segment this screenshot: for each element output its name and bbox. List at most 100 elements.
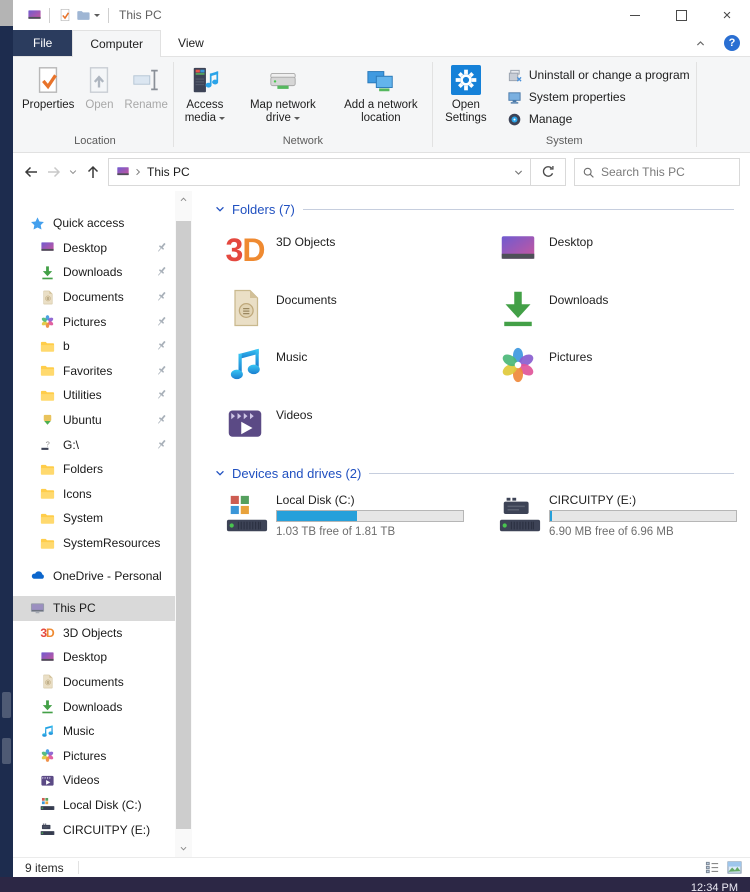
sidebar-item-g[interactable]: ?G:\	[13, 432, 175, 457]
maximize-button[interactable]	[658, 0, 704, 30]
sidebar-item-music[interactable]: Music	[13, 719, 175, 744]
folder-tile-documents[interactable]: Documents	[224, 287, 497, 345]
separator	[78, 861, 79, 874]
minimize-button[interactable]	[612, 0, 658, 30]
drives-group-header[interactable]: Devices and drives (2)	[214, 463, 734, 483]
sidebar-item-circuitpy-e[interactable]: CIRCUITPY (E:)	[13, 817, 175, 842]
sidebar-item-favorites[interactable]: Favorites	[13, 359, 175, 384]
folder-tile-music[interactable]: Music	[224, 344, 497, 402]
sidebar-scrollbar[interactable]	[175, 191, 192, 857]
qat-properties-icon[interactable]	[56, 6, 74, 24]
forward-button[interactable]	[42, 160, 65, 184]
drive-tile-local-disk-c[interactable]: Local Disk (C:)1.03 TB free of 1.81 TB	[224, 493, 497, 549]
disk-usage-bar	[276, 510, 464, 522]
access-media-button[interactable]: Access media	[174, 61, 236, 127]
up-button[interactable]	[81, 160, 104, 184]
open-settings-button[interactable]: Open Settings	[433, 61, 499, 127]
recent-locations-button[interactable]	[65, 160, 81, 184]
sidebar-item-folders[interactable]: Folders	[13, 457, 175, 482]
chevron-down-icon	[513, 167, 524, 178]
folder-tile-3d-objects[interactable]: 3D3D Objects	[224, 229, 497, 287]
tab-file[interactable]: File	[13, 30, 72, 56]
tile-label: Desktop	[549, 235, 593, 287]
drive-free-space: 1.03 TB free of 1.81 TB	[276, 526, 464, 538]
open-icon	[84, 63, 114, 97]
tab-computer[interactable]: Computer	[72, 30, 161, 57]
group-label-location: Location	[17, 134, 173, 152]
properties-button[interactable]: Properties	[17, 61, 79, 114]
sidebar-item-b[interactable]: b	[13, 334, 175, 359]
sidebar-item-quick-access[interactable]: Quick access	[13, 211, 175, 236]
sidebar-item-pictures[interactable]: Pictures	[13, 743, 175, 768]
arrow-up-icon	[85, 164, 101, 180]
folder-tile-desktop[interactable]: Desktop	[497, 229, 734, 287]
sidebar-item-3d-objects[interactable]: 3D3D Objects	[13, 621, 175, 646]
chevron-up-icon	[179, 195, 188, 204]
folder-tile-pictures[interactable]: Pictures	[497, 344, 734, 402]
sidebar-item-this-pc[interactable]: This PC	[13, 596, 175, 621]
drive-tile-circuitpy-e[interactable]: CIRCUITPY (E:)6.90 MB free of 6.96 MB	[497, 493, 737, 549]
tile-label: Pictures	[549, 350, 592, 402]
taskbar[interactable]: 12:34 PM	[0, 877, 750, 892]
taskbar-clock[interactable]: 12:34 PM	[691, 882, 738, 892]
sidebar-item-videos[interactable]: Videos	[13, 768, 175, 793]
scroll-down-button[interactable]	[175, 840, 192, 857]
sidebar-item-label: SystemResources	[63, 536, 160, 550]
uninstall-program-button[interactable]: Uninstall or change a program	[501, 64, 696, 86]
ribbon-group-network: Access media Map network drive Add a net…	[174, 57, 432, 152]
chevron-down-icon	[68, 167, 78, 177]
pin-icon	[155, 241, 169, 255]
sidebar-item-documents[interactable]: Documents	[13, 285, 175, 310]
scroll-up-button[interactable]	[175, 191, 192, 208]
address-field[interactable]: This PC	[108, 158, 531, 186]
address-dropdown-button[interactable]	[506, 167, 530, 178]
maximize-icon	[676, 10, 687, 21]
sidebar-item-local-disk-c[interactable]: Local Disk (C:)	[13, 793, 175, 818]
qat-new-folder-icon[interactable]	[74, 6, 92, 24]
breadcrumb-this-pc[interactable]: This PC	[147, 165, 190, 179]
tab-view[interactable]: View	[161, 30, 221, 56]
sidebar-item-utilities[interactable]: Utilities	[13, 383, 175, 408]
sidebar-item-label: Music	[63, 724, 94, 738]
map-network-drive-button[interactable]: Map network drive	[236, 61, 330, 127]
dropdown-arrow-icon	[219, 117, 225, 123]
sidebar-item-desktop[interactable]: Desktop	[13, 236, 175, 261]
scrollbar-thumb[interactable]	[176, 221, 191, 829]
details-view-button[interactable]	[705, 860, 720, 875]
close-button[interactable]: ×	[704, 0, 750, 30]
minimize-ribbon-button[interactable]	[688, 30, 712, 56]
downloads-icon	[39, 264, 55, 280]
folder-tile-downloads[interactable]: Downloads	[497, 287, 734, 345]
back-button[interactable]	[19, 160, 42, 184]
sidebar-item-label: Pictures	[63, 315, 106, 329]
sidebar-item-label: Utilities	[63, 388, 102, 402]
sidebar-item-documents[interactable]: Documents	[13, 670, 175, 695]
sidebar-item-downloads[interactable]: Downloads	[13, 694, 175, 719]
sidebar-item-onedrive-personal[interactable]: OneDrive - Personal	[13, 563, 175, 588]
sidebar-item-system[interactable]: System	[13, 506, 175, 531]
videos-icon	[224, 402, 266, 444]
sidebar-item-label: Videos	[63, 773, 99, 787]
background-window-fragment	[0, 0, 13, 26]
sidebar-item-ubuntu[interactable]: Ubuntu	[13, 408, 175, 433]
system-properties-button[interactable]: System properties	[501, 86, 696, 108]
help-button[interactable]: ?	[724, 35, 740, 51]
pin-icon	[155, 438, 169, 452]
sidebar-item-desktop[interactable]: Desktop	[13, 645, 175, 670]
pictures-icon	[39, 748, 55, 764]
large-icons-view-button[interactable]	[727, 860, 742, 875]
qat-customize-dropdown-icon[interactable]	[94, 14, 100, 20]
window-title: This PC	[119, 8, 162, 22]
search-input[interactable]: Search This PC	[574, 158, 740, 186]
sidebar-item-icons[interactable]: Icons	[13, 482, 175, 507]
sidebar-item-downloads[interactable]: Downloads	[13, 260, 175, 285]
drive-free-space: 6.90 MB free of 6.96 MB	[549, 526, 737, 538]
sidebar-item-pictures[interactable]: Pictures	[13, 309, 175, 334]
refresh-button[interactable]	[531, 158, 566, 186]
add-network-location-button[interactable]: Add a network location	[330, 61, 432, 127]
folders-group-header[interactable]: Folders (7)	[214, 199, 734, 219]
sidebar-item-systemresources[interactable]: SystemResources	[13, 531, 175, 556]
breadcrumb-chevron-icon	[134, 167, 142, 177]
folder-tile-videos[interactable]: Videos	[224, 402, 497, 460]
manage-button[interactable]: Manage	[501, 108, 696, 130]
